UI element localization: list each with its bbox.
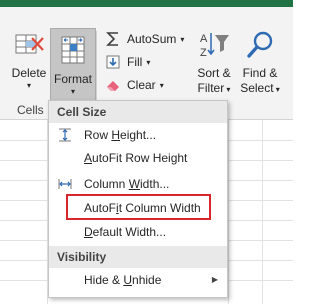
chevron-down-icon: ▾ — [224, 85, 231, 94]
chevron-down-icon: ▾ — [159, 80, 164, 90]
submenu-arrow-icon: ▶ — [211, 275, 218, 284]
svg-text:A: A — [200, 33, 208, 45]
visibility-header: Visibility — [49, 246, 227, 268]
find-select-line1: Find & — [242, 66, 278, 80]
fill-label: Fill — [127, 55, 143, 69]
format-button[interactable]: Format ▾ — [50, 28, 96, 106]
delete-button[interactable]: Delete ▾ — [9, 29, 49, 91]
cell-size-header: Cell Size — [49, 101, 227, 123]
eraser-icon — [104, 76, 122, 94]
sort-filter-button[interactable]: A Z Sort & Filter ▾ — [192, 29, 236, 97]
cells-group-label: Cells — [17, 103, 44, 117]
chevron-down-icon: ▾ — [180, 34, 185, 44]
autosum-button[interactable]: AutoSum ▾ — [104, 29, 184, 49]
column-width-item[interactable]: Column Width... — [49, 173, 227, 195]
magnifier-icon — [244, 29, 276, 61]
clear-label: Clear — [127, 78, 156, 92]
row-height-item[interactable]: Row Height... — [49, 124, 227, 146]
hide-unhide-item[interactable]: Hide & Unhide ▶ — [49, 269, 227, 291]
annotation-highlight-box — [66, 194, 211, 220]
clear-button[interactable]: Clear ▾ — [104, 75, 164, 95]
format-label: Format — [53, 72, 92, 86]
column-width-icon — [57, 176, 73, 192]
format-cells-icon — [57, 35, 89, 67]
find-select-button[interactable]: Find & Select ▾ — [236, 29, 284, 97]
chevron-down-icon: ▾ — [273, 85, 280, 94]
sort-filter-line1: Sort & — [197, 66, 231, 80]
find-select-line2: Select — [240, 81, 274, 95]
default-width-item[interactable]: Default Width... — [49, 221, 227, 243]
svg-text:Z: Z — [200, 47, 207, 59]
fill-button[interactable]: Fill ▾ — [104, 52, 150, 72]
fill-down-icon — [104, 53, 122, 71]
title-bar-strip — [0, 0, 293, 7]
chevron-down-icon: ▾ — [26, 81, 31, 90]
sort-filter-icon: A Z — [198, 29, 230, 61]
chevron-down-icon: ▾ — [146, 57, 151, 67]
delete-label: Delete — [11, 66, 47, 80]
chevron-down-icon: ▾ — [70, 87, 75, 96]
delete-cells-icon — [13, 29, 45, 61]
autofit-row-height-item[interactable]: AutoFit Row Height — [49, 147, 227, 169]
sigma-icon — [104, 30, 122, 48]
row-height-icon — [57, 127, 73, 143]
sort-filter-line2: Filter — [197, 81, 225, 95]
autosum-label: AutoSum — [127, 32, 177, 46]
